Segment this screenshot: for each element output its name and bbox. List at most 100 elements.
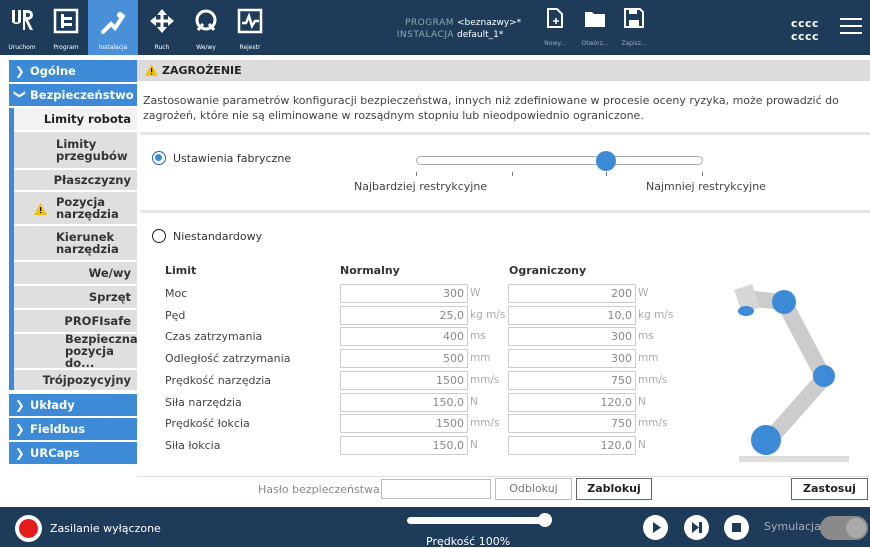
- factory-settings-radio[interactable]: [152, 151, 166, 165]
- sidebar-item-joint-limits[interactable]: Limity przegubów: [14, 132, 137, 168]
- sidebar-item-hardware[interactable]: Sprzęt: [14, 286, 137, 308]
- sidebar-item-io[interactable]: We/wy: [14, 262, 137, 284]
- installation-icon: [101, 12, 125, 34]
- sidebar-item-label: Kierunek narzędzia: [56, 230, 119, 256]
- run-tab[interactable]: Uruchom: [0, 0, 44, 55]
- simulation-toggle[interactable]: [820, 516, 868, 540]
- slider-right-label: Najmniej restrykcyjne: [646, 180, 766, 193]
- limit-unit: N: [470, 439, 478, 451]
- limit-reduced-field[interactable]: 120,0: [508, 436, 636, 455]
- program-icon: [53, 8, 79, 34]
- stop-button[interactable]: [724, 515, 749, 540]
- sidebar-item-general[interactable]: ❯ Ogólne: [9, 60, 137, 82]
- program-tab-label: Program: [53, 44, 79, 51]
- lock-button[interactable]: Zablokuj: [576, 478, 652, 500]
- sidebar-item-robot-limits[interactable]: Limity robota: [14, 108, 137, 130]
- slider-tick: [606, 172, 607, 176]
- warning-icon: [34, 203, 47, 215]
- installation-name: default_1*: [457, 30, 504, 40]
- apply-button[interactable]: Zastosuj: [791, 478, 868, 500]
- chevron-down-icon: ❯: [13, 89, 28, 100]
- limit-unit: N: [470, 396, 478, 408]
- limit-normal-field[interactable]: 150,0: [340, 393, 468, 412]
- io-tab[interactable]: We/wy: [184, 0, 228, 55]
- limit-row-label: Pęd: [165, 309, 186, 322]
- sidebar-item-label: Ogólne: [30, 64, 76, 78]
- open-button[interactable]: Otwórz...: [577, 8, 613, 52]
- play-button[interactable]: [643, 515, 668, 540]
- sidebar-item-label: Limity robota: [43, 112, 131, 126]
- limit-reduced-field[interactable]: 300: [508, 327, 636, 346]
- safety-password-input[interactable]: [381, 479, 491, 499]
- sidebar-item-label: Układy: [30, 398, 75, 412]
- limit-reduced-field[interactable]: 200: [508, 284, 636, 303]
- limit-normal-field[interactable]: 500: [340, 349, 468, 368]
- sidebar-item-label: Sprzęt: [88, 290, 131, 304]
- move-icon: [150, 9, 174, 33]
- limit-normal-field[interactable]: 300: [340, 284, 468, 303]
- power-button[interactable]: [15, 515, 42, 542]
- danger-text: Zastosowanie parametrów konfiguracji bez…: [143, 94, 839, 122]
- run-tab-label: Uruchom: [8, 44, 36, 51]
- user-info: cccc cccc: [791, 17, 819, 43]
- sidebar-item-label: Limity przegubów: [56, 137, 128, 163]
- sidebar-item-features[interactable]: ❯ Układy: [9, 394, 137, 416]
- sidebar-item-label: Pozycja narzędzia: [56, 195, 119, 221]
- factory-settings-label: Ustawienia fabryczne: [173, 152, 292, 165]
- new-button-label: Nowy...: [544, 40, 566, 47]
- installation-tab[interactable]: Instalacja: [88, 0, 138, 55]
- sidebar-item-planes[interactable]: Płaszczyzny: [14, 170, 137, 190]
- speed-slider-knob[interactable]: [538, 513, 552, 527]
- custom-radio[interactable]: [152, 229, 166, 243]
- limit-normal-field[interactable]: 400: [340, 327, 468, 346]
- divider: [140, 210, 870, 213]
- sidebar-item-profisafe[interactable]: PROFIsafe: [14, 310, 137, 332]
- limit-row-label: Siła narzędzia: [165, 396, 242, 409]
- sidebar-item-tool-direction[interactable]: Kierunek narzędzia: [14, 226, 137, 260]
- sidebar-item-three-position[interactable]: Trójpozycyjny: [14, 370, 137, 390]
- sidebar-item-urcaps[interactable]: ❯ URCaps: [9, 442, 137, 464]
- save-button[interactable]: Zapisz...: [616, 8, 652, 52]
- limit-reduced-field[interactable]: 10,0: [508, 306, 636, 325]
- log-tab[interactable]: Rejestr: [228, 0, 272, 55]
- restriction-slider[interactable]: [416, 156, 703, 165]
- restriction-slider-knob[interactable]: [596, 151, 616, 171]
- limit-unit: kg m/s: [470, 309, 506, 321]
- sidebar-item-safe-home[interactable]: Bezpieczna pozycja do...: [14, 333, 138, 369]
- chevron-right-icon: ❯: [15, 398, 25, 412]
- power-status-label: Zasilanie wyłączone: [50, 522, 161, 535]
- log-tab-label: Rejestr: [239, 44, 261, 51]
- program-tab[interactable]: Program: [44, 0, 88, 55]
- program-key: PROGRAM: [404, 18, 454, 28]
- reduced-column-header: Ograniczony: [509, 264, 587, 277]
- limit-normal-field[interactable]: 150,0: [340, 436, 468, 455]
- robot-illustration: [734, 284, 849, 462]
- normal-column-header: Normalny: [340, 264, 400, 277]
- chevron-right-icon: ❯: [15, 422, 25, 436]
- save-icon: [624, 8, 644, 28]
- user-line-1: cccc: [791, 17, 820, 30]
- limit-reduced-field[interactable]: 750: [508, 414, 636, 433]
- divider: [140, 132, 870, 135]
- limit-normal-field[interactable]: 1500: [340, 414, 468, 433]
- move-tab[interactable]: Ruch: [140, 0, 184, 55]
- limit-unit: mm: [470, 352, 491, 364]
- sidebar-item-tool-position[interactable]: Pozycja narzędzia: [14, 192, 137, 224]
- limit-reduced-field[interactable]: 300: [508, 349, 636, 368]
- limit-reduced-field[interactable]: 120,0: [508, 393, 636, 412]
- hamburger-menu-icon[interactable]: [840, 18, 862, 39]
- speed-slider[interactable]: [407, 517, 547, 524]
- step-button[interactable]: [684, 515, 709, 540]
- limit-unit: W: [638, 287, 649, 299]
- unlock-button[interactable]: Odblokuj: [495, 478, 572, 500]
- step-icon: [692, 522, 702, 533]
- limit-normal-field[interactable]: 25,0: [340, 306, 468, 325]
- limit-normal-field[interactable]: 1500: [340, 371, 468, 390]
- limit-unit: mm/s: [638, 417, 668, 429]
- limit-reduced-field[interactable]: 750: [508, 371, 636, 390]
- sidebar-item-safety[interactable]: ❯ Bezpieczeństwo: [9, 84, 137, 106]
- sidebar-item-label: We/wy: [88, 266, 131, 280]
- io-icon: [195, 9, 217, 31]
- sidebar-item-fieldbus[interactable]: ❯ Fieldbus: [9, 418, 137, 440]
- new-button[interactable]: Nowy...: [537, 8, 573, 52]
